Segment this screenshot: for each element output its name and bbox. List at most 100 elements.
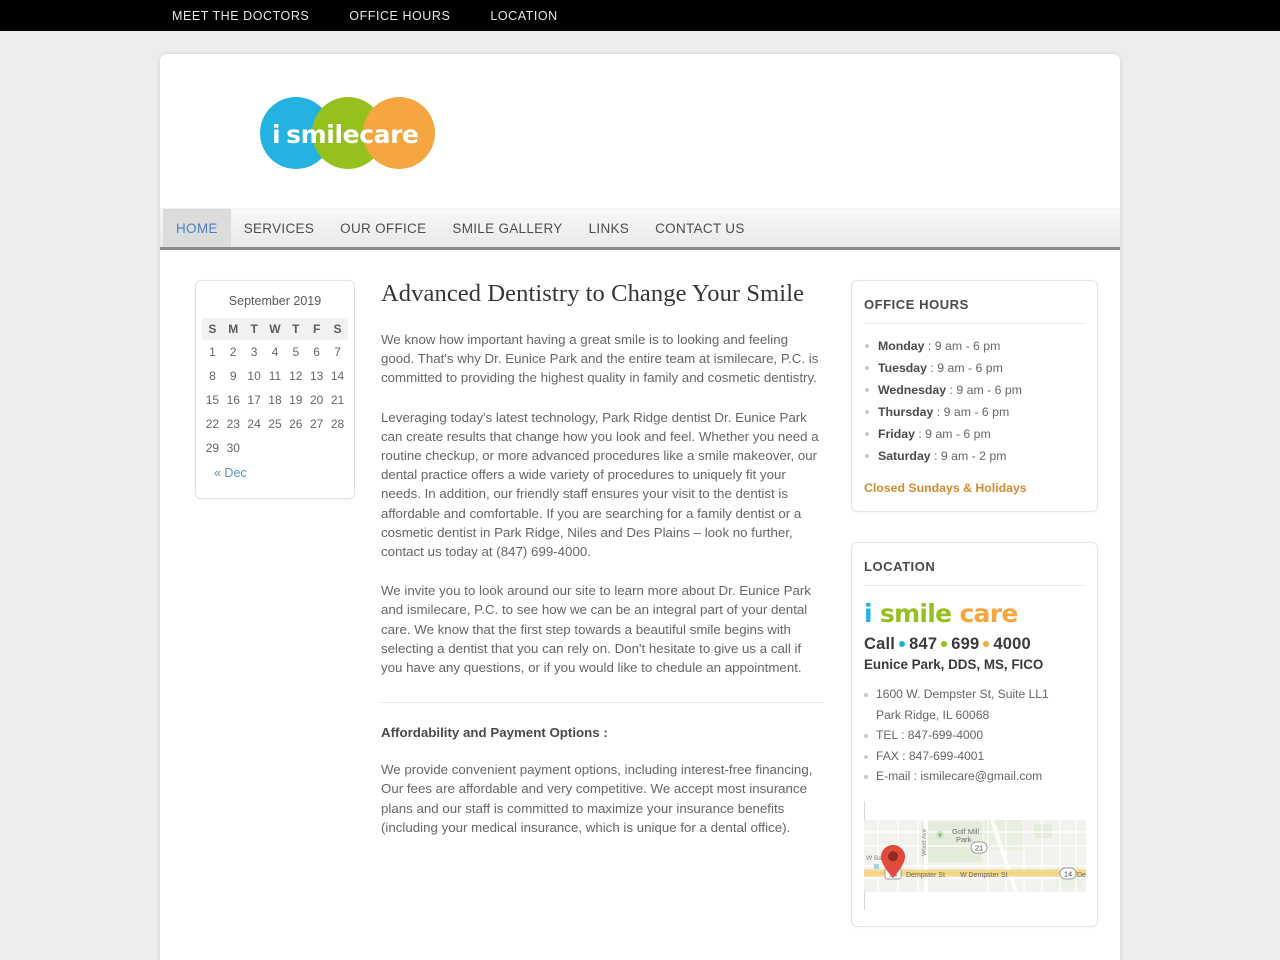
- article-paragraph-2: Leveraging today's latest technology, Pa…: [381, 409, 819, 560]
- calendar-table: S M T W T F S 1 2 3 4 5 6 7 8 9 10 11 12…: [202, 318, 348, 460]
- calendar-day[interactable]: 13: [306, 364, 327, 388]
- section-divider: [381, 702, 823, 704]
- calendar-day[interactable]: 24: [244, 412, 265, 436]
- fax-line: FAX : 847-699-4001: [864, 748, 1085, 769]
- office-hours-list: Monday : 9 am - 6 pm Tuesday : 9 am - 6 …: [864, 337, 1085, 469]
- calendar-widget: September 2019 S M T W T F S 1 2 3 4 5 6…: [195, 280, 355, 499]
- location-widget: LOCATION i smile care Call 847 699 4000 Eun…: [851, 542, 1098, 927]
- office-hours-day: Friday: [878, 427, 915, 441]
- logo-text-i: i: [272, 120, 281, 149]
- address-list: 1600 W. Dempster St, Suite LL1 Park Ridg…: [864, 686, 1085, 789]
- office-hours-day: Saturday: [878, 449, 931, 463]
- calendar-day[interactable]: 4: [265, 340, 286, 364]
- nav-item-contact-us[interactable]: CONTACT US: [642, 209, 758, 247]
- location-logo-i: i: [864, 599, 873, 628]
- location-logo-care: care: [959, 599, 1018, 628]
- logo-text-care: care: [359, 120, 419, 149]
- calendar-day[interactable]: 3: [244, 340, 265, 364]
- office-hours-row-wednesday: Wednesday : 9 am - 6 pm: [864, 381, 1085, 403]
- closed-days-note: Closed Sundays & Holidays: [864, 481, 1027, 495]
- calendar-week-row: 29 30: [202, 436, 348, 460]
- calendar-nav: « Dec: [202, 466, 348, 480]
- article-paragraph-3: We invite you to look around our site to…: [381, 583, 811, 676]
- nav-item-services[interactable]: SERVICES: [231, 209, 327, 247]
- svg-text:Dempster St: Dempster St: [906, 872, 945, 879]
- calendar-weekday-row: S M T W T F S: [202, 318, 348, 340]
- email-line: E-mail : ismilecare@gmail.com: [864, 768, 1085, 789]
- calendar-day[interactable]: 1: [202, 340, 223, 364]
- calendar-day[interactable]: 19: [285, 388, 306, 412]
- calendar-day[interactable]: 21: [327, 388, 348, 412]
- calendar-day[interactable]: 17: [244, 388, 265, 412]
- right-sidebar: OFFICE HOURS Monday : 9 am - 6 pm Tuesda…: [851, 280, 1098, 957]
- calendar-day[interactable]: 11: [265, 364, 286, 388]
- office-hours-day: Tuesday: [878, 361, 927, 375]
- calendar-day[interactable]: 27: [306, 412, 327, 436]
- calendar-day[interactable]: 9: [223, 364, 244, 388]
- calendar-day[interactable]: 6: [306, 340, 327, 364]
- calendar-weekday-wed: W: [264, 318, 286, 340]
- calendar-day[interactable]: 25: [265, 412, 286, 436]
- calendar-day[interactable]: 18: [265, 388, 286, 412]
- calendar-day[interactable]: 26: [285, 412, 306, 436]
- location-logo: i smile care: [864, 599, 1085, 628]
- address-line-1: 1600 W. Dempster St, Suite LL1: [864, 686, 1085, 707]
- office-hours-day: Thursday: [878, 405, 934, 419]
- svg-text:Wood Ave: Wood Ave: [922, 828, 928, 856]
- calendar-day[interactable]: 10: [244, 364, 265, 388]
- calendar-day[interactable]: 14: [327, 364, 348, 388]
- site-logo[interactable]: i smilecare: [260, 97, 435, 169]
- call-label: Call: [864, 635, 896, 653]
- topbar-link-location[interactable]: LOCATION: [490, 9, 557, 23]
- page-title: Advanced Dentistry to Change Your Smile: [381, 280, 805, 307]
- affordability-paragraph: We provide convenient payment options, i…: [381, 762, 813, 835]
- office-hours-day: Wednesday: [878, 383, 947, 397]
- calendar-week-row: 8 9 10 11 12 13 14: [202, 364, 348, 388]
- topbar-link-meet-the-doctors[interactable]: MEET THE DOCTORS: [172, 9, 309, 23]
- calendar-day[interactable]: 16: [223, 388, 244, 412]
- separator-dot-blue: [899, 640, 906, 647]
- svg-text:W Dempster St: W Dempster St: [960, 872, 1008, 879]
- calendar-day[interactable]: 28: [327, 412, 348, 436]
- calendar-day[interactable]: 30: [223, 436, 244, 460]
- topbar-link-office-hours[interactable]: OFFICE HOURS: [349, 9, 450, 23]
- calendar-weekday-fri: F: [306, 318, 328, 340]
- office-hours-day: Monday: [878, 339, 925, 353]
- telephone-line: TEL : 847-699-4000: [864, 727, 1085, 748]
- office-hours-time: : 9 am - 2 pm: [934, 449, 1007, 463]
- location-logo-smile: smile: [879, 599, 952, 628]
- office-hours-row-friday: Friday : 9 am - 6 pm: [864, 425, 1085, 447]
- calendar-prev-month-link[interactable]: « Dec: [214, 466, 247, 480]
- nav-item-links[interactable]: LINKS: [576, 209, 643, 247]
- calendar-weekday-sun: S: [202, 318, 223, 340]
- map-thumbnail[interactable]: Golf Mill Park Wood Ave W Ball Rd Dempst…: [864, 800, 1086, 910]
- location-title: LOCATION: [864, 557, 1085, 586]
- nav-item-smile-gallery[interactable]: SMILE GALLERY: [439, 209, 575, 247]
- main-article-column: Advanced Dentistry to Change Your Smile …: [355, 280, 851, 857]
- office-hours-row-tuesday: Tuesday : 9 am - 6 pm: [864, 359, 1085, 381]
- calendar-day[interactable]: 12: [285, 364, 306, 388]
- nav-item-our-office[interactable]: OUR OFFICE: [327, 209, 439, 247]
- calendar-day[interactable]: 15: [202, 388, 223, 412]
- calendar-day-empty: [285, 436, 306, 460]
- office-hours-widget: OFFICE HOURS Monday : 9 am - 6 pm Tuesda…: [851, 280, 1098, 512]
- site-header: i smilecare: [160, 54, 1120, 209]
- nav-item-home[interactable]: HOME: [163, 209, 231, 247]
- calendar-day[interactable]: 2: [223, 340, 244, 364]
- calendar-day[interactable]: 22: [202, 412, 223, 436]
- address-line-2: Park Ridge, IL 60068: [876, 707, 990, 722]
- calendar-week-row: 22 23 24 25 26 27 28: [202, 412, 348, 436]
- calendar-day-empty: [327, 436, 348, 460]
- office-hours-time: : 9 am - 6 pm: [927, 339, 1001, 353]
- calendar-week-row: 1 2 3 4 5 6 7: [202, 340, 348, 364]
- calendar-day[interactable]: 5: [285, 340, 306, 364]
- calendar-day[interactable]: 23: [223, 412, 244, 436]
- calendar-day[interactable]: 20: [306, 388, 327, 412]
- calendar-day[interactable]: 7: [327, 340, 348, 364]
- calendar-weekday-sat: S: [327, 318, 348, 340]
- calendar-day[interactable]: 29: [202, 436, 223, 460]
- calendar-weekday-tue: T: [243, 318, 265, 340]
- calendar-day[interactable]: 8: [202, 364, 223, 388]
- logo-wordmark: i smilecare: [272, 120, 419, 149]
- calendar-day-empty: [244, 436, 265, 460]
